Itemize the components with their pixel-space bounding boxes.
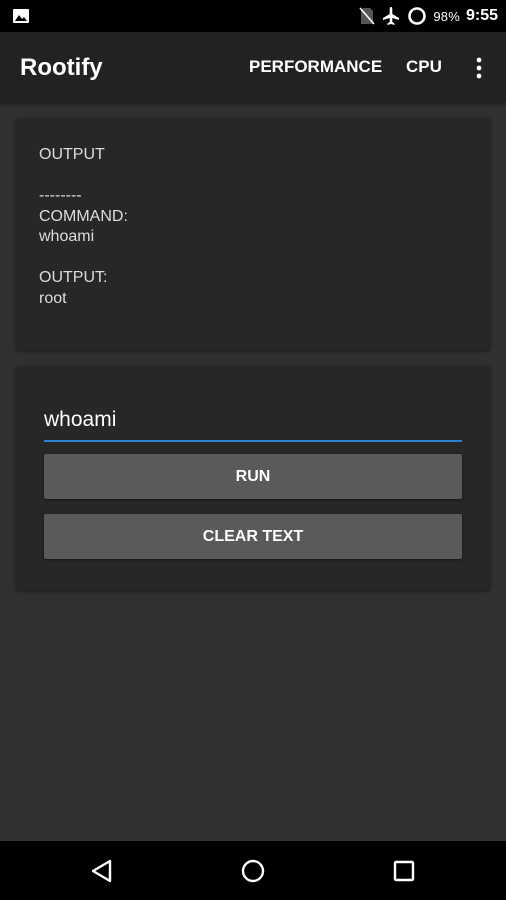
command-card: RUN CLEAR TEXT (16, 366, 490, 590)
status-icons: 98% 9:55 (359, 0, 498, 32)
clock: 9:55 (465, 7, 498, 24)
app-title: Rootify (20, 54, 103, 81)
more-vert-icon[interactable] (470, 56, 488, 80)
app-bar: Rootify PERFORMANCE CPU (0, 32, 506, 102)
app-screen: 98% 9:55 Rootify PERFORMANCE CPU OUTPUT … (0, 0, 506, 900)
cpu-action[interactable]: CPU (406, 57, 442, 77)
airplane-mode-icon (383, 7, 400, 25)
clear-text-button[interactable]: CLEAR TEXT (44, 514, 462, 559)
image-notification-icon (13, 9, 29, 23)
battery-percent: 98% (433, 8, 460, 24)
command-input[interactable] (44, 402, 462, 442)
run-button[interactable]: RUN (44, 454, 462, 499)
back-icon[interactable] (84, 853, 120, 889)
performance-action[interactable]: PERFORMANCE (249, 57, 382, 77)
output-card: OUTPUT -------- COMMAND: whoami OUTPUT: … (16, 118, 490, 350)
recents-icon[interactable] (386, 853, 422, 889)
status-bar: 98% 9:55 (0, 0, 506, 32)
home-icon[interactable] (235, 853, 271, 889)
navigation-bar (0, 841, 506, 900)
output-text: OUTPUT -------- COMMAND: whoami OUTPUT: … (39, 146, 128, 307)
battery-ring-icon (408, 7, 427, 25)
no-sim-icon (359, 7, 375, 25)
